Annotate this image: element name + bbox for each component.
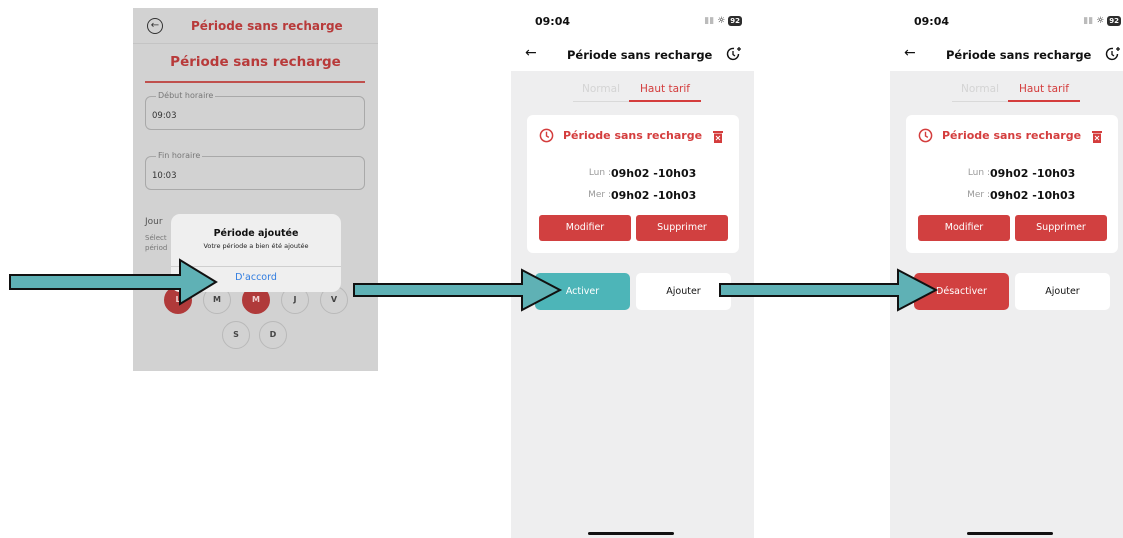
days-label: Jour bbox=[145, 217, 163, 227]
tab-normal[interactable]: Normal bbox=[952, 83, 1008, 95]
end-time-label: Fin horaire bbox=[156, 151, 203, 160]
schedule-hours: 09h02 -10h03 bbox=[611, 189, 697, 202]
battery-icon: 92 bbox=[728, 16, 742, 26]
schedule-hours: 09h02 -10h03 bbox=[990, 167, 1076, 180]
battery-icon: 92 bbox=[1107, 16, 1121, 26]
day-button-saturday[interactable]: S bbox=[222, 321, 250, 349]
add-button[interactable]: Ajouter bbox=[636, 273, 731, 310]
home-indicator[interactable] bbox=[967, 532, 1053, 535]
days-hint: Sélect périod bbox=[145, 233, 167, 253]
home-indicator[interactable] bbox=[588, 532, 674, 535]
start-time-field[interactable]: Début horaire 09:03 bbox=[145, 91, 365, 130]
screen-add-period: ← Période sans recharge Période sans rec… bbox=[133, 8, 378, 371]
tab-haut-tarif[interactable]: Haut tarif bbox=[629, 83, 701, 95]
add-button[interactable]: Ajouter bbox=[1015, 273, 1110, 310]
dialog-message: Votre période a bien été ajoutée bbox=[203, 242, 309, 250]
back-circle-icon[interactable]: ← bbox=[147, 18, 163, 34]
page-title: Période sans recharge bbox=[170, 54, 341, 70]
page-title: Période sans recharge bbox=[946, 48, 1092, 62]
add-schedule-clock-icon[interactable] bbox=[726, 46, 742, 62]
period-card: Période sans recharge Lun : 09h02 -10h03… bbox=[906, 115, 1118, 253]
modify-button[interactable]: Modifier bbox=[539, 215, 631, 241]
schedule-hours: 09h02 -10h03 bbox=[611, 167, 697, 180]
signal-icon: ▮▮ bbox=[704, 16, 715, 26]
schedule-hours: 09h02 -10h03 bbox=[990, 189, 1076, 202]
schedule-day: Mer : bbox=[588, 190, 611, 200]
end-time-value: 10:03 bbox=[152, 171, 177, 181]
schedule-day: Mer : bbox=[967, 190, 990, 200]
header-title: Période sans recharge bbox=[191, 19, 343, 33]
card-title: Période sans recharge bbox=[563, 129, 703, 142]
delete-button[interactable]: Supprimer bbox=[1015, 215, 1107, 241]
top-bar: ← Période sans recharge bbox=[133, 8, 378, 44]
start-time-value: 09:03 bbox=[152, 111, 177, 121]
status-icons: ▮▮ ☼ 92 bbox=[1083, 16, 1121, 26]
status-icons: ▮▮ ☼ 92 bbox=[704, 16, 742, 26]
start-time-label: Début horaire bbox=[156, 91, 216, 100]
card-title: Période sans recharge bbox=[942, 129, 1082, 142]
tariff-tabs: Normal Haut tarif bbox=[952, 80, 1080, 102]
tab-haut-tarif[interactable]: Haut tarif bbox=[1008, 83, 1080, 95]
active-tab-indicator bbox=[1008, 100, 1080, 102]
wifi-icon: ☼ bbox=[717, 16, 726, 26]
trash-icon[interactable] bbox=[1092, 130, 1102, 143]
status-time: 09:04 bbox=[914, 15, 950, 28]
tariff-tabs: Normal Haut tarif bbox=[573, 80, 701, 102]
wifi-icon: ☼ bbox=[1096, 16, 1105, 26]
schedule-day: Lun : bbox=[588, 168, 611, 178]
dialog-title: Période ajoutée bbox=[213, 228, 299, 239]
arrow-to-deactivate-button bbox=[719, 268, 939, 312]
delete-button[interactable]: Supprimer bbox=[636, 215, 728, 241]
arrow-to-activate-button bbox=[353, 268, 563, 312]
back-arrow-icon[interactable]: ← bbox=[904, 45, 916, 61]
active-tab-indicator bbox=[629, 100, 701, 102]
page-title: Période sans recharge bbox=[567, 48, 713, 62]
modify-button[interactable]: Modifier bbox=[918, 215, 1010, 241]
clock-icon bbox=[539, 128, 554, 143]
status-time: 09:04 bbox=[535, 15, 571, 28]
title-underline bbox=[145, 81, 365, 83]
end-time-field[interactable]: Fin horaire 10:03 bbox=[145, 151, 365, 190]
schedule-day: Lun : bbox=[967, 168, 990, 178]
days-hint-line-1: Sélect bbox=[145, 234, 167, 242]
signal-icon: ▮▮ bbox=[1083, 16, 1094, 26]
tab-normal[interactable]: Normal bbox=[573, 83, 629, 95]
trash-icon[interactable] bbox=[713, 130, 723, 143]
arrow-to-ok-button bbox=[9, 258, 218, 306]
day-button-sunday[interactable]: D bbox=[259, 321, 287, 349]
clock-icon bbox=[918, 128, 933, 143]
add-schedule-clock-icon[interactable] bbox=[1105, 46, 1121, 62]
period-card: Période sans recharge Lun : 09h02 -10h03… bbox=[527, 115, 739, 253]
days-hint-line-2: périod bbox=[145, 244, 168, 252]
back-arrow-icon[interactable]: ← bbox=[525, 45, 537, 61]
